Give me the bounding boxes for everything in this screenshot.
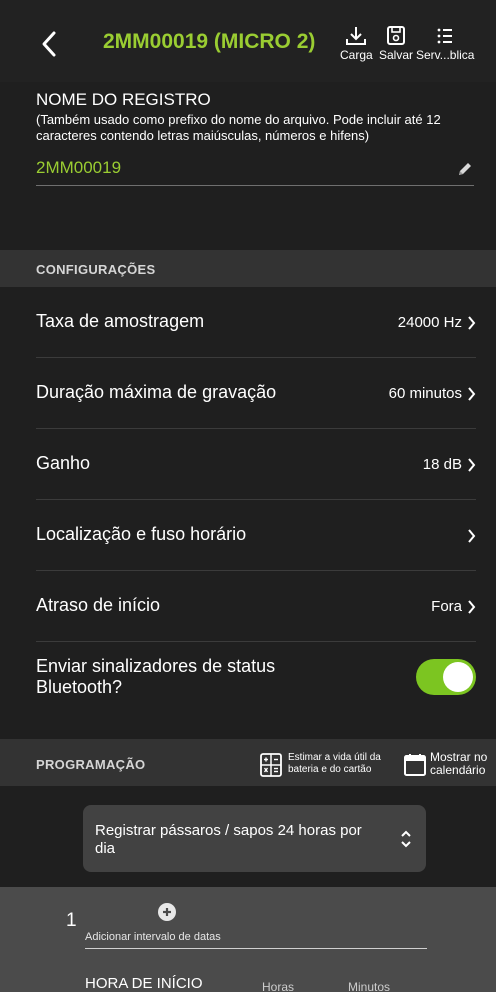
carga-button[interactable]: Carga <box>340 26 373 62</box>
schedule-preset-value: Registrar pássaros / sapos 24 horas por … <box>95 822 362 857</box>
show-calendar-button[interactable]: Mostrar no calendário <box>404 751 496 779</box>
carga-label: Carga <box>340 48 373 62</box>
estimate-battery-button[interactable]: Estimar a vida útil da bateria e do cart… <box>260 751 400 779</box>
row-label: Ganho <box>36 453 91 473</box>
chevron-right-icon <box>468 458 476 472</box>
configuracoes-header: CONFIGURAÇÕES <box>0 250 496 287</box>
row-value: 60 minutos <box>388 385 462 402</box>
row-label: Duração máxima de gravação <box>36 382 277 402</box>
hours-column-label: Horas <box>262 980 295 992</box>
calendar-line-2: calendário <box>430 763 486 777</box>
estimate-line-1: Estimar a vida útil da <box>288 752 381 763</box>
plus-icon <box>163 908 171 916</box>
row-value: 18 dB <box>422 456 462 473</box>
calendar-icon <box>404 754 426 776</box>
back-button[interactable] <box>36 28 64 60</box>
list-icon <box>437 28 453 44</box>
save-icon <box>387 26 405 45</box>
bluetooth-label: Enviar sinalizadores de status Bluetooth… <box>36 656 276 697</box>
page-title: 2MM00019 (MICRO 2) <box>103 30 316 53</box>
chevron-right-icon <box>468 316 476 330</box>
salvar-label: Salvar <box>379 48 414 62</box>
start-time-label: HORA DE INÍCIO <box>85 975 203 992</box>
date-range-panel <box>0 887 496 992</box>
row-label: Taxa de amostragem <box>36 311 205 331</box>
row-divider <box>36 641 476 642</box>
registro-title: NOME DO REGISTRO <box>36 90 211 109</box>
app-screen: 2MM00019 (MICRO 2) Carga Salvar Serv...b… <box>0 0 496 992</box>
row-ganho[interactable]: Ganho 18 dB <box>36 429 476 500</box>
programacao-title: PROGRAMAÇÃO <box>36 757 146 772</box>
date-range-underline <box>85 948 427 949</box>
schedule-preset-select[interactable]: Registrar pássaros / sapos 24 horas por … <box>83 805 426 872</box>
row-duracao-maxima[interactable]: Duração máxima de gravação 60 minutos <box>36 358 476 429</box>
add-date-range-label: Adicionar intervalo de datas <box>85 931 221 943</box>
header-bar: 2MM00019 (MICRO 2) Carga Salvar Serv...b… <box>0 0 496 82</box>
row-value: 24000 Hz <box>397 314 462 331</box>
estimate-line-2: bateria e do cartão <box>288 764 372 775</box>
chevron-right-icon <box>468 600 476 614</box>
configuracoes-title: CONFIGURAÇÕES <box>36 262 156 277</box>
chevron-up-down-icon <box>401 830 411 848</box>
row-value: Fora <box>431 598 462 615</box>
salvar-button[interactable]: Salvar <box>379 26 413 62</box>
download-icon <box>346 27 367 45</box>
edit-button[interactable] <box>456 160 474 183</box>
add-date-range-button[interactable] <box>158 903 176 921</box>
row-label: Atraso de início <box>36 595 161 615</box>
chevron-left-icon <box>42 31 56 57</box>
row-label: Localização e fuso horário <box>36 524 247 544</box>
registro-name-field[interactable]: 2MM00019 <box>36 158 121 178</box>
registro-underline <box>36 185 474 186</box>
bluetooth-toggle[interactable] <box>416 659 476 695</box>
row-localizacao-fuso[interactable]: Localização e fuso horário <box>36 500 476 571</box>
chevron-right-icon <box>468 387 476 401</box>
row-atraso-inicio[interactable]: Atraso de início Fora <box>36 571 476 642</box>
chevron-right-icon <box>468 529 476 543</box>
toggle-knob <box>443 662 473 692</box>
servidor-button[interactable]: Serv...blica <box>416 26 474 62</box>
minutes-column-label: Minutos <box>348 980 391 992</box>
servidor-label: Serv...blica <box>416 48 475 62</box>
calculator-icon <box>260 753 282 777</box>
row-taxa-amostragem[interactable]: Taxa de amostragem 24000 Hz <box>36 287 476 358</box>
pencil-icon <box>459 163 471 175</box>
registro-help: (Também usado como prefixo do nome do ar… <box>36 112 441 143</box>
range-number: 1 <box>66 910 77 931</box>
